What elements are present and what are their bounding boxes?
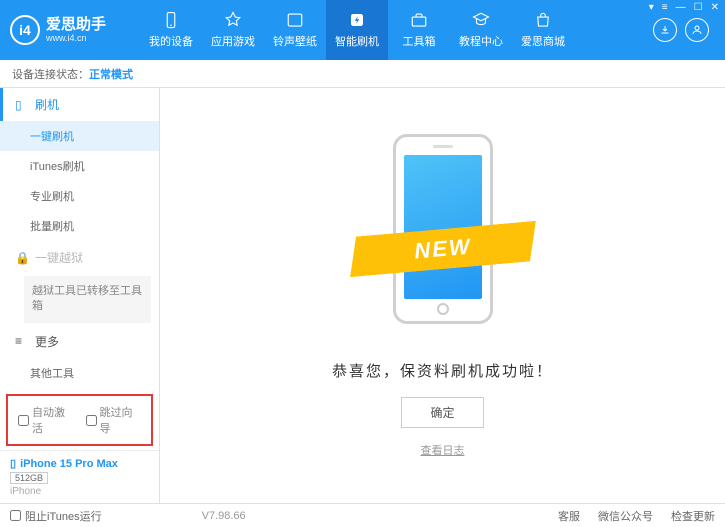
view-log-link[interactable]: 查看日志 bbox=[421, 442, 465, 458]
main-content: NEW 恭喜您，保资料刷机成功啦！ 确定 查看日志 bbox=[160, 88, 725, 503]
status-bar: 设备连接状态： 正常模式 bbox=[0, 60, 725, 88]
lock-icon: 🔒 bbox=[15, 251, 29, 265]
sidebar: ▯ 刷机 一键刷机 iTunes刷机 专业刷机 批量刷机 🔒 一键越狱 越狱工具… bbox=[0, 88, 160, 503]
sidebar-section-jailbreak: 🔒 一键越狱 bbox=[0, 241, 159, 274]
footer-support[interactable]: 客服 bbox=[558, 508, 580, 524]
footer-wechat[interactable]: 微信公众号 bbox=[598, 508, 653, 524]
nav-toolbox[interactable]: 工具箱 bbox=[388, 0, 450, 60]
flash-icon bbox=[347, 11, 367, 29]
device-info: ▯ iPhone 15 Pro Max 512GB iPhone bbox=[0, 450, 159, 503]
app-name: 爱思助手 bbox=[46, 17, 106, 34]
version-label: V7.98.66 bbox=[202, 510, 246, 522]
image-icon bbox=[285, 11, 305, 29]
sidebar-item-pro-flash[interactable]: 专业刷机 bbox=[0, 181, 159, 211]
app-icon bbox=[223, 11, 243, 29]
menu-icon[interactable]: ≡ bbox=[662, 2, 668, 13]
sidebar-item-itunes-flash[interactable]: iTunes刷机 bbox=[0, 151, 159, 181]
app-header: i4 爱思助手 www.i4.cn 我的设备 应用游戏 铃声壁纸 智能刷机 工具… bbox=[0, 0, 725, 60]
phone-icon: ▯ bbox=[15, 98, 29, 112]
toolbox-icon bbox=[409, 11, 429, 29]
auto-activate-checkbox[interactable]: 自动激活 bbox=[18, 404, 74, 436]
nav-smart-flash[interactable]: 智能刷机 bbox=[326, 0, 388, 60]
jailbreak-note: 越狱工具已转移至工具箱 bbox=[24, 276, 151, 323]
dropdown-icon[interactable]: ▾ bbox=[649, 2, 654, 13]
nav-apps-games[interactable]: 应用游戏 bbox=[202, 0, 264, 60]
nav-store[interactable]: 爱思商城 bbox=[512, 0, 574, 60]
block-itunes-checkbox[interactable]: 阻止iTunes运行 bbox=[10, 508, 102, 524]
sidebar-section-more[interactable]: ≡ 更多 bbox=[0, 325, 159, 358]
nav-my-device[interactable]: 我的设备 bbox=[140, 0, 202, 60]
window-controls: ▾ ≡ — ☐ ✕ bbox=[649, 2, 719, 13]
header-actions bbox=[653, 18, 709, 42]
logo-icon: i4 bbox=[10, 15, 40, 45]
footer-check-update[interactable]: 检查更新 bbox=[671, 508, 715, 524]
device-storage: 512GB bbox=[10, 472, 48, 484]
device-type: iPhone bbox=[10, 486, 149, 497]
options-row: 自动激活 跳过向导 bbox=[6, 394, 153, 446]
phone-icon bbox=[161, 11, 181, 29]
nav-ringtone-wallpaper[interactable]: 铃声壁纸 bbox=[264, 0, 326, 60]
logo: i4 爱思助手 www.i4.cn bbox=[10, 15, 140, 45]
phone-illustration: NEW bbox=[378, 134, 508, 344]
sidebar-section-flash[interactable]: ▯ 刷机 bbox=[0, 88, 159, 121]
sidebar-item-batch-flash[interactable]: 批量刷机 bbox=[0, 211, 159, 241]
graduation-icon bbox=[471, 11, 491, 29]
sidebar-item-onekey-flash[interactable]: 一键刷机 bbox=[0, 121, 159, 151]
device-name[interactable]: ▯ iPhone 15 Pro Max bbox=[10, 457, 149, 470]
store-icon bbox=[533, 11, 553, 29]
footer: 阻止iTunes运行 V7.98.66 客服 微信公众号 检查更新 bbox=[0, 503, 725, 527]
minimize-icon[interactable]: — bbox=[676, 2, 686, 13]
phone-icon: ▯ bbox=[10, 457, 16, 470]
maximize-icon[interactable]: ☐ bbox=[694, 2, 703, 13]
nav-tutorial[interactable]: 教程中心 bbox=[450, 0, 512, 60]
status-mode: 正常模式 bbox=[89, 66, 133, 82]
ok-button[interactable]: 确定 bbox=[401, 397, 483, 428]
menu-icon: ≡ bbox=[15, 334, 29, 348]
user-button[interactable] bbox=[685, 18, 709, 42]
close-icon[interactable]: ✕ bbox=[711, 2, 719, 13]
sidebar-item-download-firmware[interactable]: 下载固件 bbox=[0, 388, 159, 390]
skip-wizard-checkbox[interactable]: 跳过向导 bbox=[86, 404, 142, 436]
status-label: 设备连接状态： bbox=[12, 66, 89, 82]
main-nav: 我的设备 应用游戏 铃声壁纸 智能刷机 工具箱 教程中心 爱思商城 bbox=[140, 0, 653, 60]
sidebar-item-other-tools[interactable]: 其他工具 bbox=[0, 358, 159, 388]
success-message: 恭喜您，保资料刷机成功啦！ bbox=[332, 360, 553, 381]
app-url: www.i4.cn bbox=[46, 33, 106, 43]
download-button[interactable] bbox=[653, 18, 677, 42]
